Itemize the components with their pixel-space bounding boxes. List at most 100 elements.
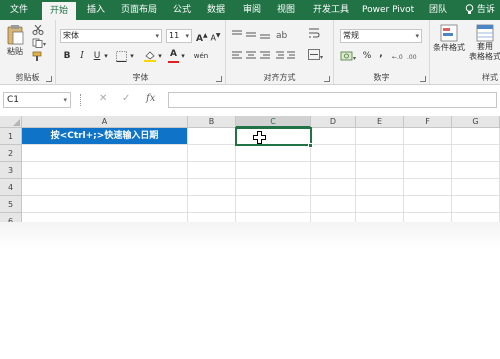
cell[interactable] xyxy=(452,196,500,213)
cell[interactable] xyxy=(356,162,404,179)
font-launcher[interactable] xyxy=(216,76,222,82)
column-header-d[interactable]: D xyxy=(311,116,356,128)
row-header-1[interactable]: 1 xyxy=(0,128,22,145)
borders-icon[interactable] xyxy=(116,51,128,62)
cell[interactable] xyxy=(404,162,452,179)
chevron-down-icon: ▾ xyxy=(415,32,419,40)
tab-team[interactable]: 团队 xyxy=(424,0,452,20)
cell[interactable] xyxy=(452,162,500,179)
shrink-font-button[interactable]: A▼ xyxy=(210,30,221,45)
tab-formulas[interactable]: 公式 xyxy=(168,0,196,20)
comma-button[interactable]: , xyxy=(376,48,386,60)
select-all-button[interactable] xyxy=(0,116,22,128)
cell[interactable] xyxy=(311,145,356,162)
column-header-f[interactable]: F xyxy=(404,116,452,128)
bold-button[interactable]: B xyxy=(62,50,72,62)
font-size-select[interactable]: 11 ▾ xyxy=(166,29,192,43)
cell[interactable] xyxy=(356,128,404,145)
column-header-e[interactable]: E xyxy=(356,116,404,128)
scissors-icon[interactable] xyxy=(32,25,44,35)
vertical-align-icons[interactable]: ab xyxy=(232,29,292,39)
tab-developer[interactable]: 开发工具 xyxy=(308,0,354,20)
paste-button[interactable]: 粘贴 xyxy=(4,24,26,64)
cell[interactable] xyxy=(356,196,404,213)
cell[interactable] xyxy=(236,196,311,213)
cell[interactable] xyxy=(452,128,500,145)
tab-data[interactable]: 数据 xyxy=(202,0,230,20)
merge-icon[interactable]: ▾ xyxy=(308,49,324,61)
fill-color-icon[interactable] xyxy=(144,50,157,62)
cell-c1-selected[interactable] xyxy=(235,127,312,146)
chevron-down-icon[interactable]: ▾ xyxy=(157,50,163,62)
tab-tell-me[interactable]: 告诉 xyxy=(462,0,498,20)
cell[interactable] xyxy=(188,145,236,162)
cell[interactable] xyxy=(404,128,452,145)
percent-button[interactable]: % xyxy=(362,50,372,62)
row-header-4[interactable]: 4 xyxy=(0,179,22,196)
cell[interactable] xyxy=(22,196,188,213)
cell[interactable] xyxy=(188,162,236,179)
underline-button[interactable]: U xyxy=(92,50,102,62)
cell[interactable] xyxy=(356,179,404,196)
phonetic-button[interactable]: wén xyxy=(192,50,210,62)
row-header-3[interactable]: 3 xyxy=(0,162,22,179)
cell[interactable] xyxy=(236,179,311,196)
cell[interactable] xyxy=(404,145,452,162)
enter-icon[interactable]: ✓ xyxy=(122,93,130,104)
cell[interactable] xyxy=(188,179,236,196)
number-launcher[interactable] xyxy=(420,76,426,82)
italic-button[interactable]: I xyxy=(77,50,87,62)
cell[interactable] xyxy=(22,145,188,162)
name-box[interactable]: C1 ▾ xyxy=(3,92,71,108)
horizontal-align-icons[interactable] xyxy=(232,50,296,62)
chevron-down-icon[interactable]: ▾ xyxy=(103,50,109,62)
insert-function-button[interactable]: fx xyxy=(146,93,155,104)
alignment-launcher[interactable] xyxy=(324,76,330,82)
conditional-format-button[interactable]: 条件格式 xyxy=(432,24,466,64)
cell[interactable] xyxy=(452,145,500,162)
cell-a1[interactable]: 按<Ctrl+;>快速输入日期 xyxy=(22,128,188,145)
cell[interactable] xyxy=(356,145,404,162)
column-header-a[interactable]: A xyxy=(22,116,188,128)
cell[interactable] xyxy=(311,162,356,179)
cell[interactable] xyxy=(236,162,311,179)
clipboard-launcher[interactable] xyxy=(46,76,52,82)
cell[interactable] xyxy=(188,196,236,213)
row-header-5[interactable]: 5 xyxy=(0,196,22,213)
decimal-icons[interactable]: ←.0 .00 xyxy=(392,50,422,62)
grow-font-button[interactable]: A▲ xyxy=(196,30,208,45)
tab-view[interactable]: 视图 xyxy=(272,0,300,20)
fill-handle[interactable] xyxy=(308,143,313,148)
font-name-select[interactable]: 宋体 ▾ xyxy=(60,29,162,43)
row-header-2[interactable]: 2 xyxy=(0,145,22,162)
cell[interactable] xyxy=(311,128,356,145)
chevron-down-icon[interactable]: ▾ xyxy=(129,50,135,62)
cell[interactable] xyxy=(188,128,236,145)
cell[interactable] xyxy=(404,196,452,213)
number-format-select[interactable]: 常规 ▾ xyxy=(340,29,422,43)
tab-file[interactable]: 文件 xyxy=(4,0,34,20)
format-painter-icon[interactable] xyxy=(32,51,44,62)
formula-input[interactable] xyxy=(168,92,497,108)
currency-icon[interactable]: ▾ xyxy=(340,50,358,62)
font-color-button[interactable]: A xyxy=(168,48,179,60)
table-format-button[interactable]: 套用 表格格式 xyxy=(468,24,500,68)
cell[interactable] xyxy=(22,179,188,196)
cell[interactable] xyxy=(22,162,188,179)
tab-home[interactable]: 开始 xyxy=(42,2,76,20)
cell[interactable] xyxy=(311,179,356,196)
cell[interactable] xyxy=(452,179,500,196)
tab-review[interactable]: 审阅 xyxy=(238,0,266,20)
tab-page-layout[interactable]: 页面布局 xyxy=(117,0,161,20)
chevron-down-icon[interactable]: ▾ xyxy=(180,50,186,62)
tab-power-pivot[interactable]: Power Pivot xyxy=(362,0,414,20)
cell[interactable] xyxy=(311,196,356,213)
column-header-g[interactable]: G xyxy=(452,116,500,128)
column-header-b[interactable]: B xyxy=(188,116,236,128)
cancel-icon[interactable]: ✕ xyxy=(99,93,107,104)
wrap-text-icon[interactable] xyxy=(308,27,320,40)
tab-insert[interactable]: 插入 xyxy=(82,0,110,20)
cell[interactable] xyxy=(404,179,452,196)
copy-icon[interactable]: ▾ xyxy=(32,38,46,48)
cell[interactable] xyxy=(236,145,311,162)
